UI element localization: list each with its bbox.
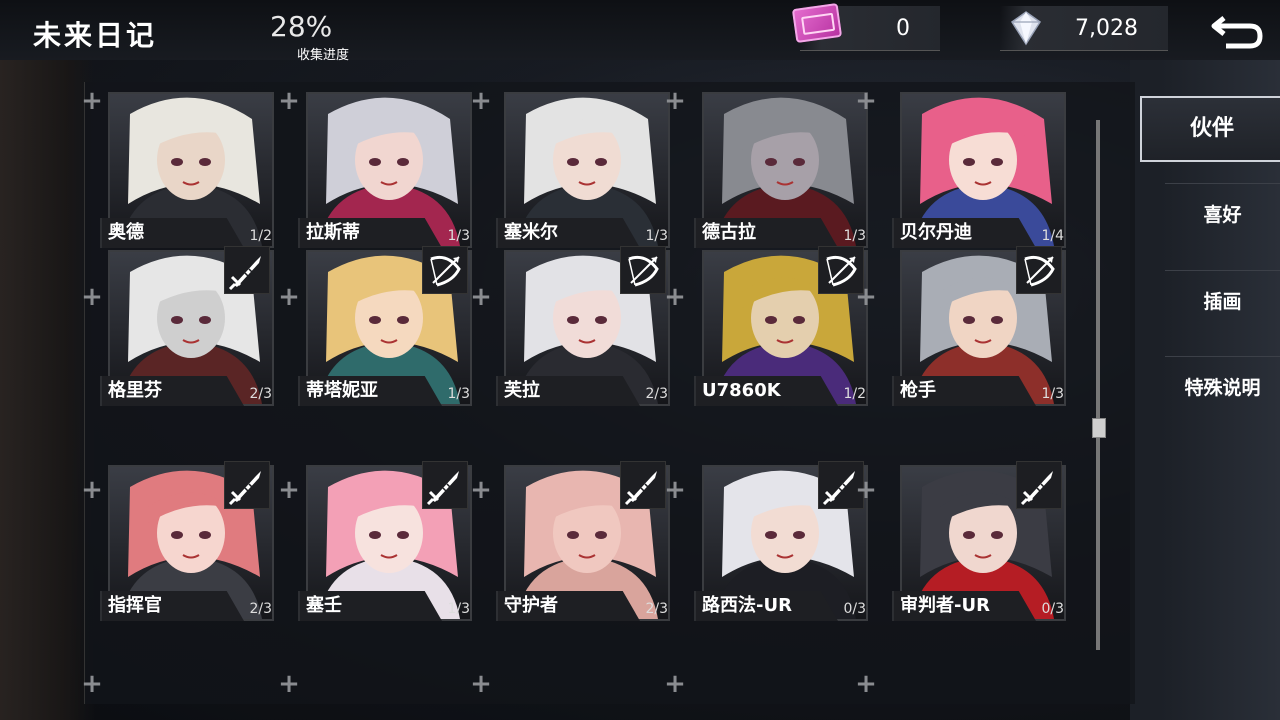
bow-icon: [1024, 255, 1055, 287]
character-collected-count: 1/3: [645, 228, 668, 244]
weapon-type-badge: [422, 246, 468, 294]
character-collected-count: 1/3: [1041, 386, 1064, 402]
character-card[interactable]: 路西法-UR 0/3: [694, 461, 870, 653]
character-collected-count: 0/3: [1041, 601, 1064, 617]
grid-plus-marker: +: [664, 282, 686, 312]
weapon-type-badge: [620, 246, 666, 294]
ticket-count: 0: [896, 16, 910, 41]
grid-plus-marker: +: [81, 86, 103, 116]
sword-icon: [228, 256, 261, 291]
character-name: 蒂塔妮亚: [298, 376, 442, 406]
grid-plus-marker: +: [81, 475, 103, 505]
page-title: 未来日记: [33, 19, 158, 52]
character-name: 枪手: [892, 376, 1036, 406]
grid-plus-marker: +: [855, 282, 877, 312]
bow-icon: [628, 255, 659, 287]
top-bar: 未来日记 28% 收集进度 0 7,028: [0, 0, 1280, 63]
character-card[interactable]: 塞壬 1/3: [298, 461, 474, 653]
character-collected-count: 1/3: [843, 228, 866, 244]
character-card[interactable]: 审判者-UR 0/3: [892, 461, 1068, 653]
weapon-type-badge: [620, 461, 666, 509]
character-card[interactable]: 蒂塔妮亚 1/3: [298, 246, 474, 438]
character-name: U7860K: [694, 376, 838, 406]
ticket-icon: [791, 2, 843, 44]
character-name: 德古拉: [694, 218, 838, 248]
character-name: 贝尔丹迪: [892, 218, 1036, 248]
tab-special-notes[interactable]: 特殊说明: [1165, 356, 1280, 419]
character-name: 拉斯蒂: [298, 218, 442, 248]
grid-plus-marker: +: [278, 475, 300, 505]
character-collected-count: 0/3: [843, 601, 866, 617]
weapon-type-badge: [224, 246, 270, 294]
grid-plus-marker: +: [470, 669, 492, 699]
grid-plus-marker: +: [470, 86, 492, 116]
character-collected-count: 1/3: [447, 228, 470, 244]
scrollbar-track[interactable]: [1096, 120, 1100, 650]
character-collected-count: 1/4: [1041, 228, 1064, 244]
character-collected-count: 1/3: [447, 601, 470, 617]
diamond-icon: [1010, 11, 1042, 46]
character-collected-count: 1/2: [843, 386, 866, 402]
character-card[interactable]: 守护者 2/3: [496, 461, 672, 653]
character-name: 路西法-UR: [694, 591, 838, 621]
return-arrow-icon: [1211, 16, 1263, 49]
character-card[interactable]: 指挥官 2/3: [100, 461, 276, 653]
grid-plus-marker: +: [470, 475, 492, 505]
tab-illustration[interactable]: 插画: [1165, 270, 1280, 333]
weapon-type-badge: [224, 461, 270, 509]
weapon-type-badge: [422, 461, 468, 509]
tab-preference[interactable]: 喜好: [1165, 183, 1280, 246]
character-collected-count: 2/3: [249, 386, 272, 402]
collection-progress-label: 收集进度: [297, 48, 350, 63]
sword-icon: [228, 471, 261, 506]
grid-plus-marker: +: [470, 282, 492, 312]
gem-currency[interactable]: 7,028: [1000, 6, 1168, 51]
character-name: 审判者-UR: [892, 591, 1036, 621]
bow-icon: [430, 255, 461, 287]
character-collected-count: 2/3: [645, 386, 668, 402]
grid-plus-marker: +: [664, 475, 686, 505]
character-name: 塞壬: [298, 591, 442, 621]
scrollbar-thumb[interactable]: [1092, 418, 1106, 439]
grid-plus-marker: +: [81, 282, 103, 312]
character-name: 芙拉: [496, 376, 640, 406]
tab-partner[interactable]: 伙伴: [1140, 96, 1280, 162]
sword-icon: [1020, 471, 1053, 506]
character-collected-count: 2/3: [645, 601, 668, 617]
grid-plus-marker: +: [855, 86, 877, 116]
grid-plus-marker: +: [278, 669, 300, 699]
character-name: 指挥官: [100, 591, 244, 621]
grid-plus-marker: +: [278, 86, 300, 116]
character-name: 格里芬: [100, 376, 244, 406]
back-button[interactable]: [1204, 8, 1268, 52]
character-collected-count: 1/3: [447, 386, 470, 402]
character-collected-count: 1/2: [249, 228, 272, 244]
character-card[interactable]: U7860K 1/2: [694, 246, 870, 438]
sword-icon: [624, 471, 657, 506]
character-card[interactable]: 格里芬 2/3: [100, 246, 276, 438]
weapon-type-badge: [1016, 246, 1062, 294]
character-collected-count: 2/3: [249, 601, 272, 617]
grid-plus-marker: +: [855, 669, 877, 699]
ticket-currency[interactable]: 0: [791, 2, 940, 51]
character-card[interactable]: 枪手 1/3: [892, 246, 1068, 438]
sword-icon: [426, 471, 459, 506]
grid-plus-marker: +: [278, 282, 300, 312]
gem-count: 7,028: [1075, 16, 1138, 41]
collection-progress-value: 28%: [270, 10, 333, 43]
grid-plus-marker: +: [855, 475, 877, 505]
character-name: 守护者: [496, 591, 640, 621]
background-left-room: [0, 60, 95, 720]
weapon-type-badge: [1016, 461, 1062, 509]
grid-plus-marker: +: [664, 86, 686, 116]
character-name: 奥德: [100, 218, 244, 248]
character-card[interactable]: 芙拉 2/3: [496, 246, 672, 438]
character-name: 塞米尔: [496, 218, 640, 248]
grid-plus-marker: +: [81, 669, 103, 699]
grid-plus-marker: +: [664, 669, 686, 699]
